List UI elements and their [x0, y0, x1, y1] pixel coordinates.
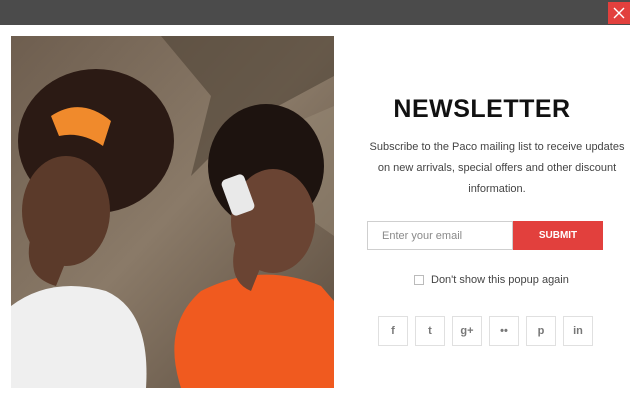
- close-icon: [613, 7, 625, 19]
- pinterest-icon: p: [537, 325, 545, 337]
- flickr-icon: ••: [500, 325, 508, 337]
- twitter-icon: t: [428, 325, 432, 337]
- linkedin-button[interactable]: in: [563, 316, 593, 346]
- dont-show-again-label: Don't show this popup again: [431, 274, 569, 286]
- newsletter-popup: NEWSLETTER Subscribe to the Paco mailing…: [0, 25, 630, 401]
- social-links: f t g+ •• p in: [378, 316, 593, 346]
- twitter-button[interactable]: t: [415, 316, 445, 346]
- overlay-top-bar: [0, 0, 630, 25]
- flickr-button[interactable]: ••: [489, 316, 519, 346]
- dont-show-again-checkbox[interactable]: [414, 275, 424, 285]
- newsletter-title: NEWSLETTER: [393, 95, 571, 123]
- promo-photo: [11, 36, 334, 388]
- pinterest-button[interactable]: p: [526, 316, 556, 346]
- subscribe-form: SUBMIT: [367, 221, 603, 250]
- dont-show-again-row[interactable]: Don't show this popup again: [414, 274, 569, 286]
- facebook-button[interactable]: f: [378, 316, 408, 346]
- email-input[interactable]: [367, 221, 513, 250]
- google-plus-button[interactable]: g+: [452, 316, 482, 346]
- newsletter-description: Subscribe to the Paco mailing list to re…: [369, 141, 625, 195]
- facebook-icon: f: [391, 325, 395, 337]
- submit-button[interactable]: SUBMIT: [513, 221, 603, 250]
- google-plus-icon: g+: [460, 325, 474, 337]
- newsletter-content: NEWSLETTER Subscribe to the Paco mailing…: [334, 25, 630, 401]
- linkedin-icon: in: [573, 325, 583, 337]
- close-button[interactable]: [608, 2, 630, 24]
